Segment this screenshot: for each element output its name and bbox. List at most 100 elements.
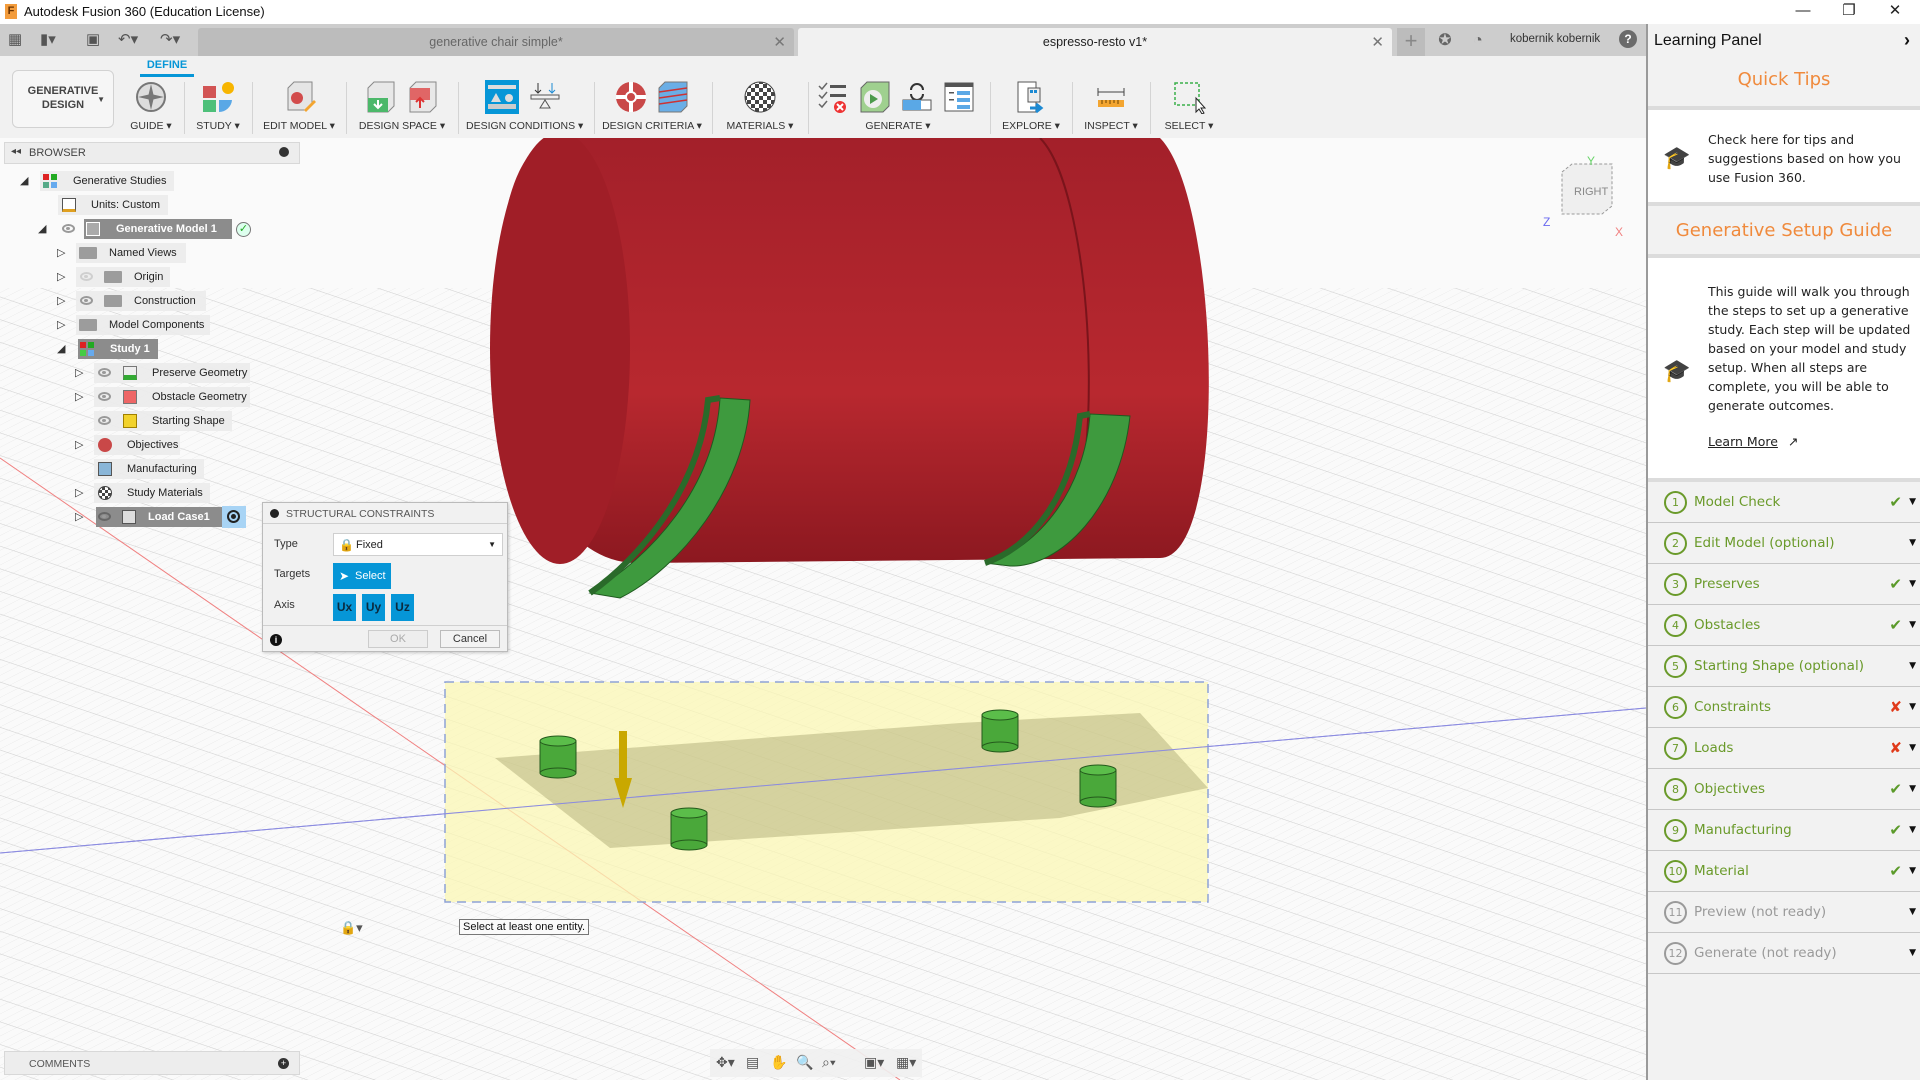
visibility-eye-icon[interactable] xyxy=(98,512,111,521)
expand-step-caret-icon[interactable]: ▼ xyxy=(1909,497,1916,507)
tree-node-study-1[interactable]: ◢ Study 1 xyxy=(0,338,300,360)
dialog-header[interactable]: STRUCTURAL CONSTRAINTS xyxy=(263,503,507,524)
materials-group[interactable]: MATERIALS ▾ xyxy=(720,78,800,136)
axis-uz-toggle[interactable]: Uz xyxy=(391,594,414,621)
collapse-browser-icon[interactable]: ◂◂ xyxy=(11,146,21,157)
design-criteria-group[interactable]: DESIGN CRITERIA ▾ xyxy=(602,78,702,136)
tree-node-preserve-geometry[interactable]: ▷ Preserve Geometry xyxy=(0,362,300,384)
visibility-off-icon[interactable] xyxy=(80,272,93,281)
expand-triangle-icon[interactable]: ▷ xyxy=(75,482,83,504)
expand-step-caret-icon[interactable]: ▼ xyxy=(1909,784,1916,794)
design-conditions-group[interactable]: DESIGN CONDITIONS ▾ xyxy=(466,78,583,136)
setup-step[interactable]: 6 Constraints ✘ ▼ xyxy=(1648,687,1920,728)
workspace-switcher[interactable]: GENERATIVE DESIGN ▼ xyxy=(12,70,114,128)
setup-step[interactable]: 11 Preview (not ready) ▼ xyxy=(1648,892,1920,933)
zoom-icon[interactable]: 🔍 xyxy=(796,1054,813,1071)
lock-dropdown-icon[interactable]: 🔒▾ xyxy=(340,920,363,936)
tree-node-manufacturing[interactable]: Manufacturing xyxy=(0,458,300,480)
preserve-cylinder[interactable] xyxy=(539,735,577,779)
quick-tips-heading[interactable]: Quick Tips xyxy=(1648,69,1920,90)
undo-icon[interactable]: ↶▾ xyxy=(118,30,138,48)
comments-panel[interactable]: COMMENTS + xyxy=(4,1051,300,1075)
expand-step-caret-icon[interactable]: ▼ xyxy=(1909,743,1916,753)
expand-step-caret-icon[interactable]: ▼ xyxy=(1909,907,1916,917)
close-tab-icon[interactable]: ✕ xyxy=(1371,33,1384,51)
browser-panel-header[interactable]: ◂◂ BROWSER xyxy=(4,142,300,164)
preserve-cylinder[interactable] xyxy=(1079,764,1117,808)
grid-settings-icon[interactable]: ▦▾ xyxy=(896,1054,916,1071)
setup-step[interactable]: 10 Material ✔ ▼ xyxy=(1648,851,1920,892)
viewcube-face[interactable]: RIGHT xyxy=(1574,186,1609,198)
generate-group[interactable]: GENERATE ▾ xyxy=(816,78,980,136)
visibility-eye-icon[interactable] xyxy=(62,224,75,233)
new-tab-plus-icon[interactable]: + xyxy=(1397,28,1425,56)
expand-triangle-icon[interactable]: ▷ xyxy=(57,266,65,288)
viewcube[interactable]: RIGHT Y Z X xyxy=(1540,150,1640,250)
expand-step-caret-icon[interactable]: ▼ xyxy=(1909,538,1916,548)
help-icon[interactable]: ? xyxy=(1619,30,1637,48)
select-group[interactable]: SELECT ▾ xyxy=(1158,78,1220,136)
preserve-cylinder[interactable] xyxy=(670,807,708,851)
tree-node-origin[interactable]: ▷ Origin xyxy=(0,266,300,288)
restore-button[interactable]: ❐ xyxy=(1826,0,1872,24)
structural-load-icon[interactable] xyxy=(528,80,562,114)
setup-step[interactable]: 4 Obstacles ✔ ▼ xyxy=(1648,605,1920,646)
tree-node-study-materials[interactable]: ▷ Study Materials xyxy=(0,482,300,504)
axis-ux-toggle[interactable]: Ux xyxy=(333,594,356,621)
browser-options-icon[interactable] xyxy=(279,147,289,157)
tree-node-obstacle-geometry[interactable]: ▷ Obstacle Geometry xyxy=(0,386,300,408)
inspect-group[interactable]: INSPECT ▾ xyxy=(1080,78,1142,136)
collapse-triangle-icon[interactable]: ◢ xyxy=(20,170,28,192)
setup-guide-heading[interactable]: Generative Setup Guide xyxy=(1648,220,1920,241)
activate-radio[interactable] xyxy=(222,506,246,528)
active-check-icon[interactable]: ✓ xyxy=(236,222,251,237)
expand-step-caret-icon[interactable]: ▼ xyxy=(1909,579,1916,589)
expand-step-caret-icon[interactable]: ▼ xyxy=(1909,661,1916,671)
expand-step-caret-icon[interactable]: ▼ xyxy=(1909,866,1916,876)
setup-step[interactable]: 2 Edit Model (optional) ▼ xyxy=(1648,523,1920,564)
setup-step[interactable]: 3 Preserves ✔ ▼ xyxy=(1648,564,1920,605)
visibility-eye-icon[interactable] xyxy=(98,392,111,401)
tab-define[interactable]: DEFINE xyxy=(140,59,194,77)
look-at-icon[interactable]: ▤ xyxy=(746,1054,759,1071)
tree-node-objectives[interactable]: ▷ Objectives xyxy=(0,434,300,456)
setup-step[interactable]: 12 Generate (not ready) ▼ xyxy=(1648,933,1920,974)
design-space-group[interactable]: DESIGN SPACE ▾ xyxy=(354,78,450,136)
job-status-icon[interactable]: ✪ xyxy=(1432,28,1458,54)
collapse-dialog-icon[interactable] xyxy=(270,509,279,518)
setup-step[interactable]: 5 Starting Shape (optional) ▼ xyxy=(1648,646,1920,687)
expand-triangle-icon[interactable]: ▷ xyxy=(75,362,83,384)
guide-group[interactable]: GUIDE ▾ xyxy=(128,78,174,136)
tree-node-construction[interactable]: ▷ Construction xyxy=(0,290,300,312)
pan-hand-icon[interactable]: ✋ xyxy=(770,1054,787,1071)
notifications-clock-icon[interactable]: ◔ xyxy=(1465,28,1491,54)
ok-button[interactable]: OK xyxy=(368,630,428,648)
expand-step-caret-icon[interactable]: ▼ xyxy=(1909,825,1916,835)
setup-step[interactable]: 1 Model Check ✔ ▼ xyxy=(1648,482,1920,523)
tree-node-units[interactable]: Units: Custom xyxy=(0,194,300,216)
visibility-eye-icon[interactable] xyxy=(98,416,111,425)
collapse-triangle-icon[interactable]: ◢ xyxy=(57,338,65,360)
expand-triangle-icon[interactable]: ▷ xyxy=(75,434,83,456)
explore-group[interactable]: EXPLORE ▾ xyxy=(998,78,1064,136)
close-window-button[interactable]: ✕ xyxy=(1872,0,1918,24)
expand-step-caret-icon[interactable]: ▼ xyxy=(1909,702,1916,712)
tree-node-generative-studies[interactable]: ◢ Generative Studies xyxy=(0,170,300,192)
targets-select-button[interactable]: ➤ Select xyxy=(333,563,391,589)
orbit-icon[interactable]: ✥▾ xyxy=(716,1054,735,1071)
learn-more-text[interactable]: Learn More xyxy=(1708,434,1778,449)
expand-triangle-icon[interactable]: ▷ xyxy=(57,314,65,336)
edit-model-group[interactable]: EDIT MODEL ▾ xyxy=(260,78,338,136)
display-settings-icon[interactable]: ▣▾ xyxy=(864,1054,884,1071)
preserve-cylinder[interactable] xyxy=(981,709,1019,753)
expand-step-caret-icon[interactable]: ▼ xyxy=(1909,620,1916,630)
expand-step-caret-icon[interactable]: ▼ xyxy=(1909,948,1916,958)
tree-node-generative-model[interactable]: ◢ Generative Model 1 ✓ xyxy=(0,218,300,240)
study-group[interactable]: STUDY ▾ xyxy=(192,78,244,136)
redo-icon[interactable]: ↷▾ xyxy=(160,30,180,48)
tree-node-model-components[interactable]: ▷ Model Components xyxy=(0,314,300,336)
expand-triangle-icon[interactable]: ▷ xyxy=(75,506,83,528)
setup-step[interactable]: 7 Loads ✘ ▼ xyxy=(1648,728,1920,769)
expand-triangle-icon[interactable]: ▷ xyxy=(75,386,83,408)
visibility-eye-icon[interactable] xyxy=(98,368,111,377)
